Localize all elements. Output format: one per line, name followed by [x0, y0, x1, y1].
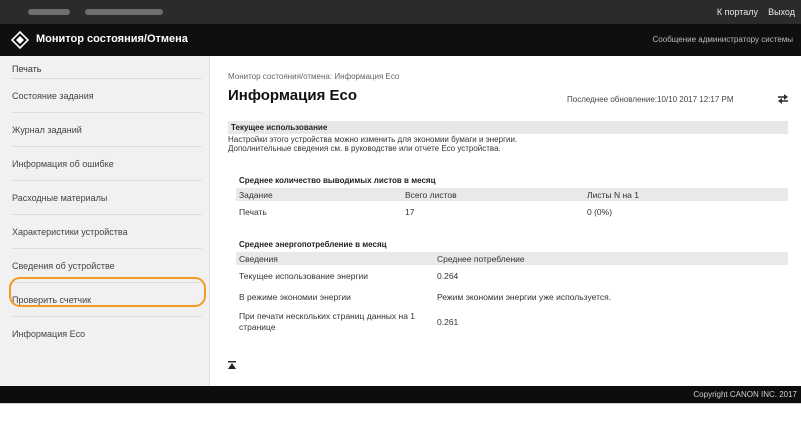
table-row: Печать 17 0 (0%) [236, 201, 788, 222]
current-usage-line-2: Дополнительные сведения см. в руководств… [228, 144, 501, 153]
last-update-label: Последнее обновление: [567, 95, 657, 104]
sidebar-item-consumables[interactable]: Расходные материалы [12, 180, 202, 214]
page-title: Информация Eco [228, 87, 358, 104]
cell-value: 0.261 [437, 317, 459, 327]
top-links: К порталу Выход [717, 0, 795, 24]
sidebar: Печать Состояние задания Журнал заданий … [0, 56, 210, 386]
sidebar-item-error-info[interactable]: Информация об ошибке [12, 146, 202, 180]
current-usage-line-1: Настройки этого устройства можно изменит… [228, 135, 518, 144]
table-header-row: Задание Всего листов Листы N на 1 [236, 188, 788, 201]
cell-n-on-1: 0 (0%) [587, 206, 613, 217]
canon-logo-icon [11, 31, 29, 49]
header-avg-consumption: Среднее потребление [434, 252, 788, 265]
cell-total-sheets: 17 [405, 206, 415, 217]
last-update-value: 10/10 2017 12:17 PM [657, 95, 734, 104]
top-bar: К порталу Выход [0, 0, 801, 24]
title-bar: Монитор состояния/Отмена Сообщение админ… [0, 24, 801, 56]
app-title: Монитор состояния/Отмена [36, 33, 188, 45]
last-update: Последнее обновление:10/10 2017 12:17 PM [567, 95, 734, 104]
header-n-on-1: Листы N на 1 [584, 188, 788, 201]
sidebar-item-job-status[interactable]: Состояние задания [12, 78, 202, 112]
energy-section-title: Среднее энергопотребление в месяц [239, 240, 387, 249]
table-row: При печати нескольких страниц данных на … [236, 307, 788, 337]
selected-item-highlight [9, 277, 206, 307]
header-total-sheets: Всего листов [402, 188, 584, 201]
cell-details: При печати нескольких страниц данных на … [239, 311, 416, 332]
sidebar-item-job-log[interactable]: Журнал заданий [12, 112, 202, 146]
portal-link[interactable]: К порталу [717, 7, 758, 17]
blurred-device-address [85, 9, 163, 15]
copyright: Copyright CANON INC. 2017 [693, 390, 797, 399]
logout-link[interactable]: Выход [768, 7, 795, 17]
scroll-to-top-icon[interactable] [228, 361, 236, 369]
table-row: В режиме экономии энергии Режим экономии… [236, 286, 788, 307]
header-job: Задание [236, 188, 402, 201]
cell-job: Печать [239, 206, 267, 217]
header-details: Сведения [236, 252, 434, 265]
admin-message-link[interactable]: Сообщение администратору системы [653, 35, 793, 44]
breadcrumb: Монитор состояния/отмена: Информация Eco [228, 72, 400, 81]
footer: Copyright CANON INC. 2017 [0, 386, 801, 403]
page-bottom-area [0, 403, 801, 441]
table-row: Текущее использование энергии 0.264 [236, 265, 788, 286]
blurred-device-name [28, 9, 70, 15]
current-usage-text: Настройки этого устройства можно изменит… [228, 135, 788, 153]
sidebar-item-device-features[interactable]: Характеристики устройства [12, 214, 202, 248]
current-usage-heading: Текущее использование [228, 121, 788, 134]
sheets-table: Задание Всего листов Листы N на 1 Печать… [236, 188, 788, 222]
cell-details: В режиме экономии энергии [239, 291, 351, 302]
table-header-row: Сведения Среднее потребление [236, 252, 788, 265]
energy-table: Сведения Среднее потребление Текущее исп… [236, 252, 788, 337]
cell-value: Режим экономии энергии уже используется. [437, 291, 612, 302]
refresh-icon[interactable] [776, 92, 790, 106]
cell-value: 0.264 [437, 270, 459, 281]
sidebar-item-eco-info[interactable]: Информация Eco [12, 316, 202, 350]
sidebar-section-print: Печать [12, 64, 42, 74]
main-content: Монитор состояния/отмена: Информация Eco… [210, 56, 801, 386]
cell-details: Текущее использование энергии [239, 270, 369, 281]
sheets-section-title: Среднее количество выводимых листов в ме… [239, 176, 436, 185]
